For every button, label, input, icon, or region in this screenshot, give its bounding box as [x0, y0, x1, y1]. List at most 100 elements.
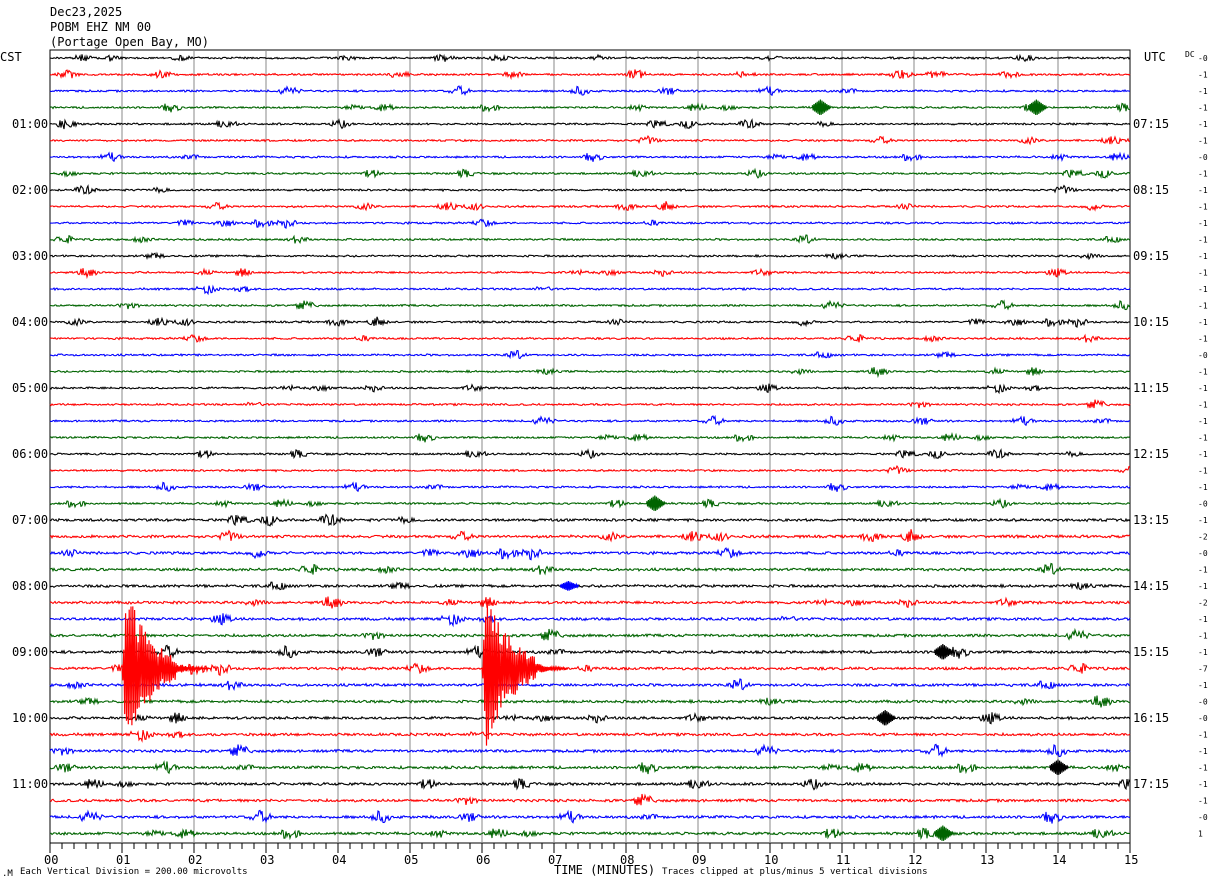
trace-row: [49, 464, 1131, 474]
trace-row: [49, 267, 1131, 280]
trace-row: [49, 151, 1131, 163]
dc-offset-label: 1: [1198, 830, 1203, 839]
trace-row: [49, 644, 1131, 659]
trace-row: [49, 809, 1131, 824]
trace-row: [49, 760, 1131, 775]
dc-offset-label: -1: [1198, 219, 1208, 228]
right-hour-label: 09:15: [1133, 249, 1169, 263]
dc-offset-label: -1: [1198, 170, 1208, 179]
event-burst: [646, 495, 666, 511]
left-hour-label: 04:00: [12, 315, 48, 329]
dc-offset-label: -1: [1198, 302, 1208, 311]
trace-row: [49, 497, 1131, 509]
station-label: POBM EHZ NM 00: [50, 20, 151, 34]
right-hour-label: 13:15: [1133, 513, 1169, 527]
location-label: (Portage Open Bay, MO): [50, 35, 209, 49]
event-burst: [934, 643, 954, 660]
dc-offset-label: -1: [1198, 87, 1208, 96]
event-burst: [1027, 99, 1048, 115]
trace-row: [49, 399, 1131, 409]
left-hour-label: 09:00: [12, 645, 48, 659]
x-tick-label: 02: [188, 853, 202, 867]
right-hour-label: 12:15: [1133, 447, 1169, 461]
right-timezone-label: UTC: [1144, 50, 1166, 64]
left-hour-label: 10:00: [12, 711, 48, 725]
trace-row: [49, 711, 1131, 725]
event-burst: [1049, 759, 1069, 775]
dc-offset-label: -0: [1198, 549, 1208, 558]
right-hour-label: 11:15: [1133, 381, 1169, 395]
trace-row: [49, 432, 1131, 443]
date-label: Dec23,2025: [50, 5, 122, 19]
dc-offset-label: -1: [1198, 632, 1208, 641]
dc-offset-label: -2: [1198, 533, 1208, 542]
x-tick-label: 06: [476, 853, 490, 867]
right-hour-label: 15:15: [1133, 645, 1169, 659]
x-tick-label: 00: [44, 853, 58, 867]
dc-offset-label: -0: [1198, 714, 1208, 723]
x-tick-label: 13: [980, 853, 994, 867]
dc-offset-label: -0: [1198, 698, 1208, 707]
dc-offset-label: -7: [1198, 665, 1208, 674]
dc-offset-label: -1: [1198, 71, 1208, 80]
left-hour-label: 01:00: [12, 117, 48, 131]
dc-offset-label: -1: [1198, 104, 1208, 113]
left-hour-label: 02:00: [12, 183, 48, 197]
dc-offset-label: -1: [1198, 747, 1208, 756]
trace-row: [49, 562, 1131, 576]
trace-row: [49, 234, 1131, 244]
dc-offset-label: -0: [1198, 351, 1208, 360]
trace-row: [49, 167, 1131, 179]
dc-offset-label: -1: [1198, 681, 1208, 690]
dc-offset-label: -1: [1198, 467, 1208, 476]
dc-offset-label: -0: [1198, 500, 1208, 509]
right-hour-label: 14:15: [1133, 579, 1169, 593]
left-hour-label: 03:00: [12, 249, 48, 263]
right-hour-label: 07:15: [1133, 117, 1169, 131]
left-hour-label: 05:00: [12, 381, 48, 395]
trace-row: [49, 349, 1131, 360]
dc-offset-label: -1: [1198, 384, 1208, 393]
dc-offset-label: -1: [1198, 236, 1208, 245]
dc-offset-label: -1: [1198, 434, 1208, 443]
dc-offset-label: -1: [1198, 401, 1208, 410]
dc-offset-label: -1: [1198, 368, 1208, 377]
dc-offset-label: -1: [1198, 203, 1208, 212]
trace-row: [49, 678, 1130, 692]
trace-row: [49, 201, 1131, 212]
trace-row: [49, 69, 1131, 81]
dc-offset-label: -1: [1198, 120, 1208, 129]
trace-row: [49, 729, 1131, 743]
dc-offset-label: -1: [1198, 252, 1208, 261]
x-tick-label: 14: [1052, 853, 1066, 867]
trace-row: [49, 778, 1131, 791]
event-burst: [811, 99, 832, 115]
plot-frame: [49, 49, 1131, 844]
right-hour-label: 10:15: [1133, 315, 1169, 329]
helicorder-chart: Dec23,2025 POBM EHZ NM 00 (Portage Open …: [0, 5, 1208, 879]
dc-header-label: DC: [1185, 50, 1195, 59]
left-timezone-label: CST: [0, 50, 22, 64]
trace-row: [49, 102, 1131, 113]
trace-row: [49, 743, 1131, 758]
left-hour-label: 08:00: [12, 579, 48, 593]
dc-offset-label: -2: [1198, 599, 1208, 608]
dc-offset-label: -0: [1198, 813, 1208, 822]
trace-row: [49, 333, 1131, 343]
x-tick-label: 15: [1124, 853, 1138, 867]
dc-offset-label: -1: [1198, 516, 1208, 525]
left-hour-label: 11:00: [12, 777, 48, 791]
right-hour-label: 17:15: [1133, 777, 1169, 791]
dc-offset-label: -1: [1198, 764, 1208, 773]
x-tick-label: 04: [332, 853, 346, 867]
left-hour-label: 07:00: [12, 513, 48, 527]
trace-row: [49, 218, 1131, 229]
trace-row: [49, 316, 1131, 328]
dc-offset-label: -1: [1198, 582, 1208, 591]
minute-gridlines: [121, 50, 1059, 843]
trace-row: [49, 53, 1131, 63]
dc-offset-label: -1: [1198, 648, 1208, 657]
event-burst: [934, 825, 954, 841]
dc-offset-label: -1: [1198, 780, 1208, 789]
dc-offset-label: -0: [1198, 54, 1208, 63]
